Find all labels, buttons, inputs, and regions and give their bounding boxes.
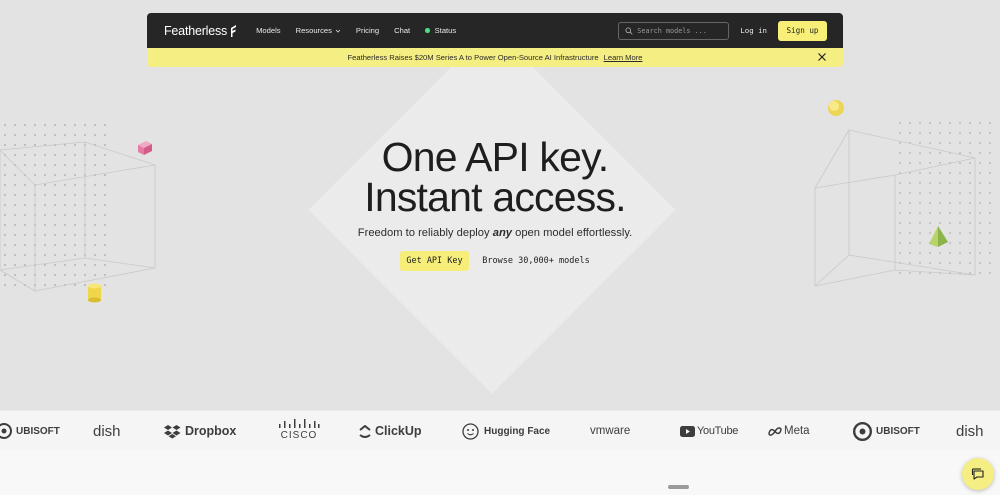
youtube-logo: YouTube xyxy=(680,420,738,442)
feather-logo-icon xyxy=(231,24,237,37)
dish-logo-repeat: dish xyxy=(956,420,984,442)
subtitle-emphasis: any xyxy=(492,227,512,239)
chat-support-button[interactable] xyxy=(962,458,994,490)
close-icon[interactable] xyxy=(817,52,827,62)
ubisoft-name-repeat: UBISOFT xyxy=(876,425,920,437)
nav-resources[interactable]: Resources xyxy=(296,26,341,35)
brand-logo[interactable]: Featherless xyxy=(164,24,238,38)
chevron-down-icon xyxy=(335,29,341,33)
clickup-name: ClickUp xyxy=(375,424,422,438)
nav-chat[interactable]: Chat xyxy=(394,26,410,35)
clickup-logo: ClickUp xyxy=(359,420,422,442)
brand-name: Featherless xyxy=(164,23,228,38)
nav-resources-label: Resources xyxy=(295,26,332,35)
login-link[interactable]: Log in xyxy=(740,26,767,35)
nav-chat-label: Chat xyxy=(394,26,411,35)
dish-name: dish xyxy=(93,422,121,440)
get-api-key-button[interactable]: Get API Key xyxy=(400,251,469,271)
yellow-cylinder-icon xyxy=(88,283,101,303)
vmware-logo: vmware xyxy=(590,420,630,442)
meta-logo: Meta xyxy=(768,420,810,442)
hero-subtitle: Freedom to reliably deploy any open mode… xyxy=(0,227,990,239)
nav-right: Search models ... Log in Sign up xyxy=(618,20,827,41)
hugging-face-icon xyxy=(462,422,479,440)
subtitle-pre: Freedom to reliably deploy xyxy=(357,227,493,239)
nav-status[interactable]: Status xyxy=(425,26,456,35)
ubisoft-logo-repeat: UBISOFT xyxy=(853,420,920,442)
hugging-face-name: Hugging Face xyxy=(484,425,551,437)
learn-more-link[interactable]: Learn More xyxy=(604,53,643,62)
chat-bubble-icon xyxy=(971,468,984,480)
dish-logo: dish xyxy=(93,420,121,442)
yellow-coin-icon xyxy=(828,100,844,116)
top-navbar: Featherless Models Resources Pricing Cha… xyxy=(147,13,843,48)
ubisoft-name: UBISOFT xyxy=(16,425,60,437)
dropbox-icon xyxy=(164,424,181,438)
hugging-face-logo: Hugging Face xyxy=(461,420,550,442)
search-placeholder: Search models ... xyxy=(637,26,707,35)
cisco-name: CISCO xyxy=(280,430,318,441)
headline-line-1: One API key. xyxy=(381,134,609,180)
headline-line-2: Instant access. xyxy=(364,174,626,220)
meta-name: Meta xyxy=(784,425,810,437)
dropbox-name: Dropbox xyxy=(185,424,237,438)
meta-infinity-icon xyxy=(768,426,782,436)
nav-models-label: Models xyxy=(256,26,281,35)
dish-name-repeat: dish xyxy=(956,422,984,440)
signup-button[interactable]: Sign up xyxy=(778,20,827,41)
hero-headline: One API key. Instant access. xyxy=(0,134,990,220)
youtube-play-icon xyxy=(680,425,695,437)
search-input[interactable]: Search models ... xyxy=(618,21,730,40)
nav-models[interactable]: Models xyxy=(256,26,280,35)
status-dot-icon xyxy=(425,28,430,33)
browse-models-button[interactable]: Browse 30,000+ models xyxy=(476,251,596,271)
customer-logo-strip: UBISOFT dish Dropbox CISCO ClickUp Huggi… xyxy=(0,410,1000,450)
lower-section xyxy=(0,450,1000,495)
nav-pricing[interactable]: Pricing xyxy=(356,26,379,35)
banner-text: Featherless Raises $20M Series A to Powe… xyxy=(347,53,599,62)
cisco-bars-icon xyxy=(279,419,320,428)
dropbox-logo: Dropbox xyxy=(164,420,236,442)
clickup-icon xyxy=(359,424,371,438)
vmware-name: vmware xyxy=(590,425,631,437)
search-icon xyxy=(625,26,633,35)
ubisoft-swirl-icon xyxy=(0,423,12,439)
announcement-banner: Featherless Raises $20M Series A to Powe… xyxy=(147,48,843,67)
subtitle-post: open model effortlessly. xyxy=(512,227,633,239)
youtube-name: YouTube xyxy=(697,425,739,437)
scroll-handle[interactable] xyxy=(668,485,689,489)
ubisoft-swirl-icon xyxy=(853,421,872,441)
nav-links: Models Resources Pricing Chat Status xyxy=(256,26,471,35)
ubisoft-logo: UBISOFT xyxy=(0,420,60,442)
cisco-logo: CISCO xyxy=(278,419,320,441)
nav-pricing-label: Pricing xyxy=(355,26,380,35)
nav-status-label: Status xyxy=(434,26,457,35)
